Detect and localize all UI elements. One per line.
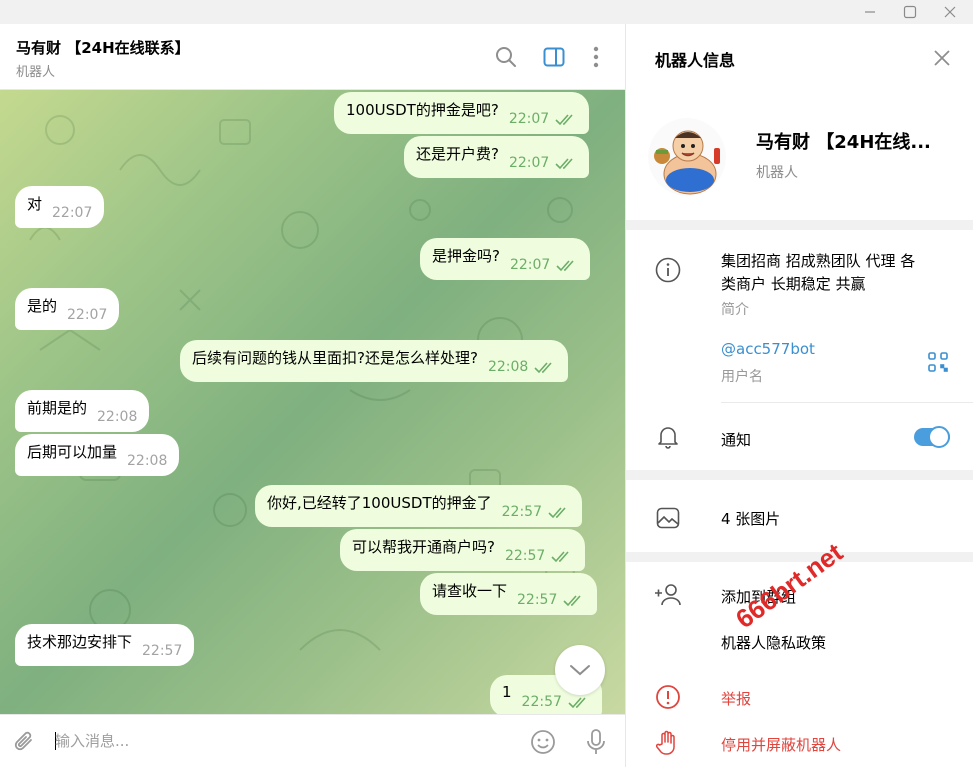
block-bot-button[interactable]: 停用并屏蔽机器人 — [721, 734, 841, 755]
read-receipt-icon — [534, 362, 552, 374]
message-bubble[interactable]: 是押金吗? 22:07 — [420, 238, 591, 280]
chat-header: 马有财 【24H在线联系】 机器人 — [0, 24, 625, 90]
bot-info-panel: 机器人信息 马有财 【24H在线... 机器人 集团招商 招成熟团队 代理 各 … — [625, 24, 973, 767]
hand-stop-icon — [654, 729, 682, 757]
message-bubble[interactable]: 后续有问题的钱从里面扣?还是怎么样处理? 22:08 — [180, 340, 569, 382]
section-separator — [626, 470, 973, 480]
read-receipt-icon — [551, 551, 569, 563]
username-label: 用户名 — [721, 369, 763, 385]
privacy-policy-link[interactable]: 机器人隐私政策 — [721, 632, 826, 653]
profile-subtitle: 机器人 — [756, 165, 798, 181]
bio-text-line1: 集团招商 招成熟团队 代理 各 — [721, 252, 916, 270]
notifications-label: 通知 — [721, 431, 752, 449]
chat-subtitle: 机器人 — [16, 65, 56, 80]
window-titlebar — [0, 0, 973, 24]
notifications-toggle[interactable] — [914, 426, 950, 448]
section-separator — [626, 220, 973, 230]
message-bubble[interactable]: 技术那边安排下 22:57 — [15, 624, 195, 666]
chat-title[interactable]: 马有财 【24H在线联系】 — [16, 37, 190, 58]
bell-icon — [654, 423, 682, 451]
message-bubble[interactable]: 前期是的 22:08 — [15, 390, 150, 432]
read-receipt-icon — [568, 697, 586, 709]
chevron-down-icon — [570, 665, 590, 676]
read-receipt-icon — [555, 114, 573, 126]
minimize-icon[interactable] — [850, 0, 890, 24]
maximize-icon[interactable] — [890, 0, 930, 24]
emoji-icon[interactable] — [528, 727, 558, 757]
add-user-icon — [654, 581, 682, 609]
read-receipt-icon — [548, 507, 566, 519]
profile-name: 马有财 【24H在线... — [756, 132, 931, 153]
message-bubble[interactable]: 后期可以加量 22:08 — [15, 434, 180, 476]
divider — [721, 402, 973, 403]
panel-title: 机器人信息 — [655, 51, 736, 70]
avatar[interactable] — [648, 118, 726, 196]
message-bubble[interactable]: 是的 22:07 — [15, 288, 120, 330]
photo-icon — [654, 504, 682, 532]
scroll-down-button[interactable] — [555, 645, 605, 695]
qr-code-icon[interactable] — [924, 348, 952, 376]
search-icon[interactable] — [493, 44, 519, 70]
bio-text-line2: 类商户 长期稳定 共赢 — [721, 275, 866, 293]
report-icon — [654, 683, 682, 711]
photos-link[interactable]: 4 张图片 — [721, 508, 780, 529]
more-icon[interactable] — [583, 44, 609, 70]
microphone-icon[interactable] — [581, 727, 611, 757]
read-receipt-icon — [563, 595, 581, 607]
read-receipt-icon — [556, 260, 574, 272]
username-link[interactable]: @acc577bot — [721, 340, 815, 358]
attach-icon[interactable] — [10, 727, 40, 757]
message-input[interactable] — [55, 729, 505, 753]
window-close-icon[interactable] — [930, 0, 970, 24]
message-bubble[interactable]: 你好,已经转了100USDT的押金了 22:57 — [255, 485, 582, 527]
sidebar-toggle-icon[interactable] — [541, 44, 567, 70]
message-bubble[interactable]: 可以帮我开通商户吗? 22:57 — [340, 529, 586, 571]
report-button[interactable]: 举报 — [721, 688, 751, 709]
chat-messages-area[interactable]: 100USDT的押金是吧? 22:07 还是开户费? 22:07 对 22:07… — [0, 90, 625, 714]
message-input-bar — [0, 714, 625, 767]
bio-label: 简介 — [721, 302, 749, 318]
read-receipt-icon — [555, 158, 573, 170]
info-icon — [654, 256, 682, 284]
message-bubble[interactable]: 还是开户费? 22:07 — [404, 136, 590, 178]
close-icon[interactable] — [929, 45, 955, 71]
toggle-knob — [928, 426, 950, 448]
message-bubble[interactable]: 100USDT的押金是吧? 22:07 — [334, 92, 590, 134]
message-bubble[interactable]: 请查收一下 22:57 — [420, 573, 598, 615]
message-bubble[interactable]: 对 22:07 — [15, 186, 105, 228]
